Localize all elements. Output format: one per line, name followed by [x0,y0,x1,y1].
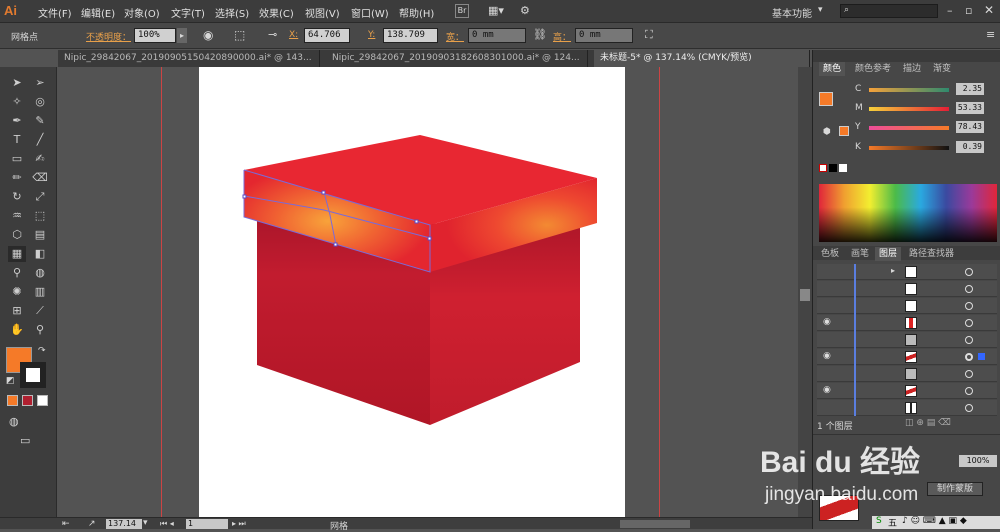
search-icon: ⌕ [844,5,850,15]
layer-row[interactable] [817,400,997,416]
target-icon[interactable] [965,285,973,293]
transparency-opacity-field[interactable]: 100% [959,455,997,467]
restore-icon[interactable]: ▫ [965,4,972,17]
layer-row[interactable] [817,332,997,348]
ime-toolbar: S 五 ♪ ☺ ⌨ ▲ ▣ ◆ [872,516,1000,529]
ime-tools-icon[interactable]: ♪ ☺ ⌨ ▲ ▣ ◆ [902,516,967,526]
minimize-icon[interactable]: – [947,4,953,17]
watermark-brand: Bai du 经验 [760,446,921,479]
page-field[interactable]: 1 [186,519,228,529]
layer-thumbnail [905,402,917,414]
status-text: 网格 [330,522,349,532]
channel-c-label: C [855,84,862,94]
magenta-slider[interactable] [869,107,949,111]
none-swatch[interactable] [819,164,827,172]
target-icon[interactable] [965,387,973,395]
layer-thumbnail [905,283,917,295]
artboard-nav-icon[interactable]: ⇤ [62,519,70,529]
layer-thumbnail [905,300,917,312]
white-swatch[interactable] [839,164,847,172]
selection-indicator[interactable] [978,353,985,360]
layer-color-bar [854,264,856,416]
ime-icon[interactable]: S [876,516,882,526]
out-of-gamut-icon[interactable]: ⬢ [823,127,831,137]
channel-k-label: K [855,142,861,152]
magenta-value[interactable]: 53.33 [956,102,984,114]
tab-gradient[interactable]: 渐变 [929,62,955,76]
zoom-field[interactable]: 137.14 [106,519,142,529]
color-spectrum[interactable] [819,184,997,242]
target-icon[interactable] [965,336,973,344]
layer-row[interactable]: ▸ [817,264,997,280]
next-page-icon[interactable]: ▸ ⏭ [232,519,246,529]
cyan-value[interactable]: 2.35 [956,83,984,95]
black-swatch[interactable] [829,164,837,172]
layer-thumbnail [905,266,917,278]
eye-icon[interactable]: ◉ [823,351,831,361]
channel-y-label: Y [855,122,861,132]
layer-row[interactable]: ◉ [817,315,997,331]
layer-thumbnail [905,351,917,363]
target-icon[interactable] [965,370,973,378]
target-icon[interactable] [965,353,973,361]
ime-mode-icon[interactable]: 五 [888,516,897,529]
yellow-slider[interactable] [869,126,949,130]
layer-row[interactable]: ◉ [817,383,997,399]
layer-row[interactable] [817,298,997,314]
cyan-slider[interactable] [869,88,949,92]
tab-color-guide[interactable]: 颜色参考 [851,62,895,76]
fill-color-swatch[interactable] [819,92,833,106]
panel-menu-icon[interactable]: ≡ [986,28,995,41]
first-page-icon[interactable]: ⏮ ◂ [160,519,174,529]
target-icon[interactable] [965,302,973,310]
black-slider[interactable] [869,146,949,150]
yellow-value[interactable]: 78.43 [956,121,984,133]
layer-row[interactable]: ◉ [817,349,997,365]
horizontal-scroll-thumb[interactable] [620,520,690,528]
tab-color[interactable]: 颜色 [819,62,846,76]
layer-row[interactable] [817,281,997,297]
stroke-color-swatch[interactable] [839,126,849,136]
eye-icon[interactable]: ◉ [823,317,831,327]
search-input[interactable]: ⌕ [840,4,938,18]
tab-pathfinder[interactable]: 路径查找器 [905,247,958,261]
panel-dock-header [813,50,1000,62]
tab-brushes[interactable]: 画笔 [847,247,873,261]
eye-icon[interactable]: ◉ [823,385,831,395]
layer-thumbnail [905,385,917,397]
layer-thumbnail [905,368,917,380]
close-icon[interactable]: ✕ [984,3,994,17]
make-mask-button[interactable]: 制作蒙版 [927,482,983,496]
layer-row[interactable] [817,366,997,382]
layer-actions[interactable]: ◫ ⊕ ▤ ⌫ [905,418,951,428]
gift-box-artwork[interactable] [0,0,812,529]
share-icon[interactable]: ↗ [88,519,96,529]
tab-stroke[interactable]: 描边 [899,62,925,76]
layer-thumbnail [905,334,917,346]
target-icon[interactable] [965,404,973,412]
scroll-thumb[interactable] [800,289,810,301]
target-icon[interactable] [965,319,973,327]
tab-layers[interactable]: 图层 [875,247,902,261]
black-value[interactable]: 0.39 [956,141,984,153]
layer-thumbnail [905,317,917,329]
status-bar: ⇤ ↗ 137.14 ▾ ⏮ ◂ 1 ▸ ⏭ 网格 [0,517,812,532]
expand-triangle-icon[interactable]: ▸ [891,266,895,275]
zoom-dropdown[interactable]: ▾ [143,518,148,528]
layer-count: 1 个图层 [817,422,853,432]
chevron-down-icon[interactable]: ▾ [818,5,823,15]
tab-swatches[interactable]: 色板 [817,247,843,261]
channel-m-label: M [855,103,863,113]
target-icon[interactable] [965,268,973,276]
watermark-url: jingyan.baidu.com [765,484,919,505]
